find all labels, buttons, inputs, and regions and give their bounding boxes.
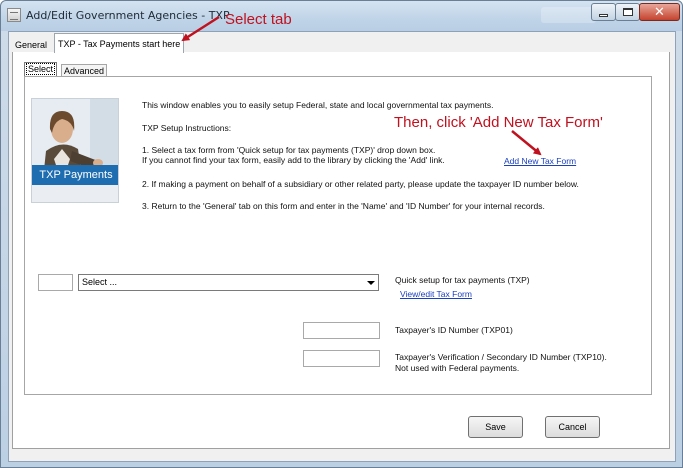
arrow-to-add-link — [511, 130, 542, 156]
quick-setup-code-field[interactable] — [38, 274, 73, 291]
taxpayer-id-input[interactable] — [303, 322, 380, 339]
view-edit-tax-form-link[interactable]: View/edit Tax Form — [400, 289, 472, 299]
verification-id-note: Not used with Federal payments. — [395, 363, 520, 373]
arrow-to-txp-tab — [181, 15, 220, 42]
cancel-button[interactable]: Cancel — [545, 416, 600, 438]
quick-setup-label: Quick setup for tax payments (TXP) — [395, 275, 530, 285]
save-button[interactable]: Save — [468, 416, 523, 438]
quick-setup-selected: Select ... — [82, 277, 118, 287]
annotation-arrows — [181, 15, 542, 156]
quick-setup-dropdown[interactable]: Select ... — [78, 274, 379, 291]
chevron-down-icon[interactable] — [363, 275, 378, 290]
verification-id-input[interactable] — [303, 350, 380, 367]
verification-id-label: Taxpayer's Verification / Secondary ID N… — [395, 352, 607, 362]
taxpayer-id-label: Taxpayer's ID Number (TXP01) — [395, 325, 513, 335]
